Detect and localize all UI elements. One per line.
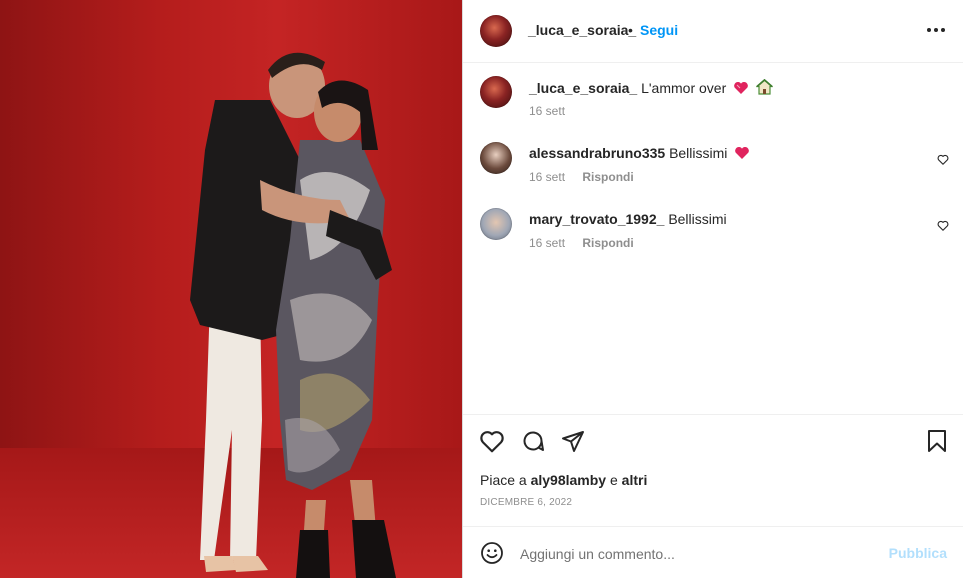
action-bar (479, 429, 585, 453)
reply-button[interactable]: Rispondi (582, 170, 633, 184)
couple-illustration (190, 52, 396, 578)
comment-meta: 16 sett Rispondi (529, 170, 634, 184)
red-heart-emoji-icon (734, 146, 750, 163)
comment-text: Bellissimi (669, 145, 728, 161)
caption-text-line: _luca_e_soraia_ L'ammor over (529, 78, 774, 98)
post-photo[interactable] (0, 0, 462, 578)
house-emoji-icon (755, 78, 774, 98)
author-avatar[interactable] (480, 15, 512, 47)
paper-plane-icon[interactable] (561, 429, 585, 453)
commenter-avatar[interactable] (480, 208, 512, 240)
post-side-panel: _luca_e_soraia_ • Segui _luca_e_soraia_ … (462, 0, 963, 578)
liker-username[interactable]: aly98lamby (531, 472, 607, 488)
comment-row: mary_trovato_1992_ Bellissimi 16 sett Ri… (463, 194, 963, 254)
comments-list: _luca_e_soraia_ L'ammor over 16 sett ale… (463, 62, 963, 414)
likes-prefix: Piace a (480, 472, 527, 488)
commenter-username[interactable]: mary_trovato_1992_ (529, 211, 664, 227)
post-header: _luca_e_soraia_ • Segui (463, 0, 963, 63)
comment-like-heart-icon[interactable] (937, 220, 949, 231)
comment-like-heart-icon[interactable] (937, 154, 949, 165)
author-username[interactable]: _luca_e_soraia_ (528, 22, 636, 38)
comment-time[interactable]: 16 sett (529, 170, 565, 184)
comment-text: Bellissimi (668, 211, 727, 227)
post-date[interactable]: DICEMBRE 6, 2022 (480, 497, 572, 508)
reply-button[interactable]: Rispondi (582, 236, 633, 250)
post-actions-section: Piace a aly98lamby e altri DICEMBRE 6, 2… (463, 414, 963, 527)
comment-text-line: mary_trovato_1992_ Bellissimi (529, 211, 727, 227)
heart-outline-icon[interactable] (479, 429, 505, 453)
caption-meta: 16 sett (529, 104, 565, 118)
comment-meta: 16 sett Rispondi (529, 236, 634, 250)
commenter-avatar[interactable] (480, 142, 512, 174)
add-comment-bar: Pubblica (463, 526, 963, 579)
separator-dot: • (628, 22, 633, 38)
comment-row: alessandrabruno335 Bellissimi 16 sett Ri… (463, 128, 963, 188)
likes-joiner: e (609, 472, 618, 488)
comment-input[interactable] (518, 539, 882, 569)
smiley-face-icon[interactable] (480, 541, 504, 565)
publish-button[interactable]: Pubblica (889, 545, 947, 561)
bookmark-icon[interactable] (927, 429, 947, 453)
caption-time[interactable]: 16 sett (529, 104, 565, 118)
red-heart-emoji-icon (733, 81, 749, 98)
more-options-icon[interactable] (927, 28, 945, 32)
likes-summary: Piace a aly98lamby e altri (480, 472, 647, 488)
follow-button[interactable]: Segui (640, 22, 678, 38)
caption-username[interactable]: _luca_e_soraia_ (529, 80, 637, 96)
comment-bubble-icon[interactable] (521, 429, 545, 453)
caption-text: L'ammor over (641, 80, 727, 96)
commenter-username[interactable]: alessandrabruno335 (529, 145, 665, 161)
caption-row: _luca_e_soraia_ L'ammor over 16 sett (463, 62, 963, 122)
caption-author-avatar[interactable] (480, 76, 512, 108)
likes-others[interactable]: altri (622, 472, 648, 488)
comment-time[interactable]: 16 sett (529, 236, 565, 250)
comment-text-line: alessandrabruno335 Bellissimi (529, 145, 750, 163)
